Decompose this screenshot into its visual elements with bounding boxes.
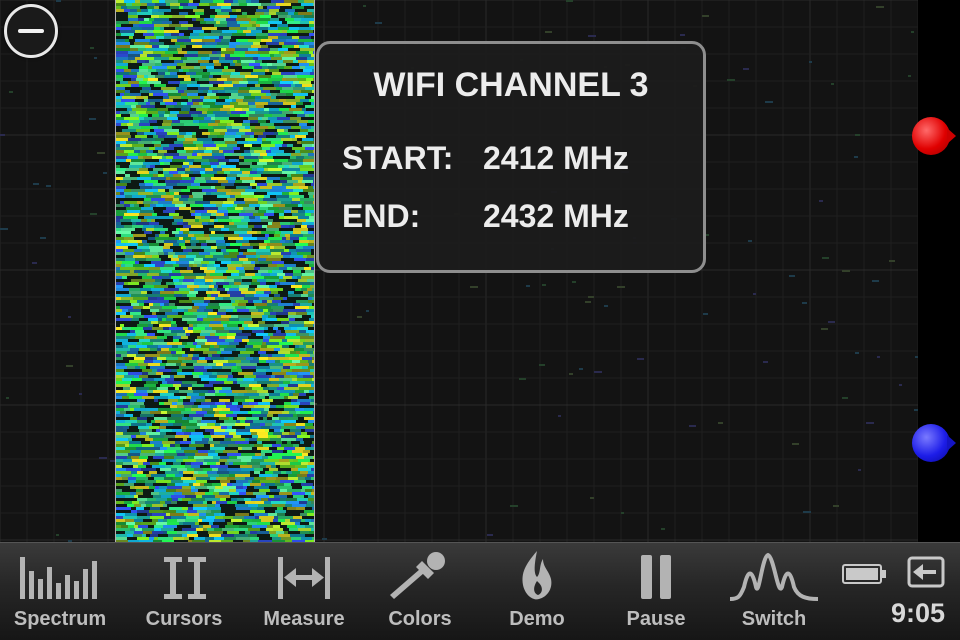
clock: 9:05 <box>890 598 946 628</box>
pause-icon <box>641 555 671 599</box>
demo-label: Demo <box>509 608 565 630</box>
channel-waterfall <box>116 0 314 542</box>
measure-button[interactable]: Measure <box>254 547 354 635</box>
colors-button[interactable]: Colors <box>372 547 468 635</box>
measure-label: Measure <box>263 608 345 630</box>
cursors-icon <box>164 557 206 599</box>
eyedropper-icon <box>390 552 445 599</box>
end-label: END: <box>342 198 421 234</box>
cursors-button[interactable]: Cursors <box>136 547 232 635</box>
end-frequency: 2432 MHz <box>483 198 629 234</box>
switch-label: Switch <box>741 608 807 630</box>
pause-label: Pause <box>626 608 686 630</box>
switch-button[interactable]: Switch <box>724 547 824 635</box>
spectrum-button[interactable]: Spectrum <box>8 547 112 635</box>
upper-cursor-marker[interactable] <box>912 117 956 155</box>
colors-label: Colors <box>388 608 452 630</box>
channel-info-popup: WIFI CHANNEL 3 START: 2412 MHz END: 2432… <box>316 41 706 273</box>
pause-button[interactable]: Pause <box>614 547 698 635</box>
measure-arrows-icon <box>278 557 330 599</box>
spectrum-bars-icon <box>20 557 97 599</box>
waveform-icon <box>729 552 819 601</box>
cursors-label: Cursors <box>145 608 223 630</box>
spectrum-label: Spectrum <box>13 608 107 630</box>
exit-icon[interactable] <box>906 555 948 589</box>
channel-title: WIFI CHANNEL 3 <box>373 66 649 104</box>
demo-button[interactable]: Demo <box>494 547 580 635</box>
zoom-out-button[interactable] <box>4 4 58 58</box>
upper-marker-pointer <box>947 128 956 144</box>
lower-marker-pointer <box>947 435 956 451</box>
start-frequency: 2412 MHz <box>483 140 629 176</box>
lower-cursor-marker[interactable] <box>912 424 956 462</box>
start-label: START: <box>342 140 454 176</box>
bottom-toolbar: Spectrum Cursors Measure Colors Demo Pau… <box>0 542 960 640</box>
flame-icon <box>522 551 552 600</box>
battery-icon <box>842 564 886 584</box>
